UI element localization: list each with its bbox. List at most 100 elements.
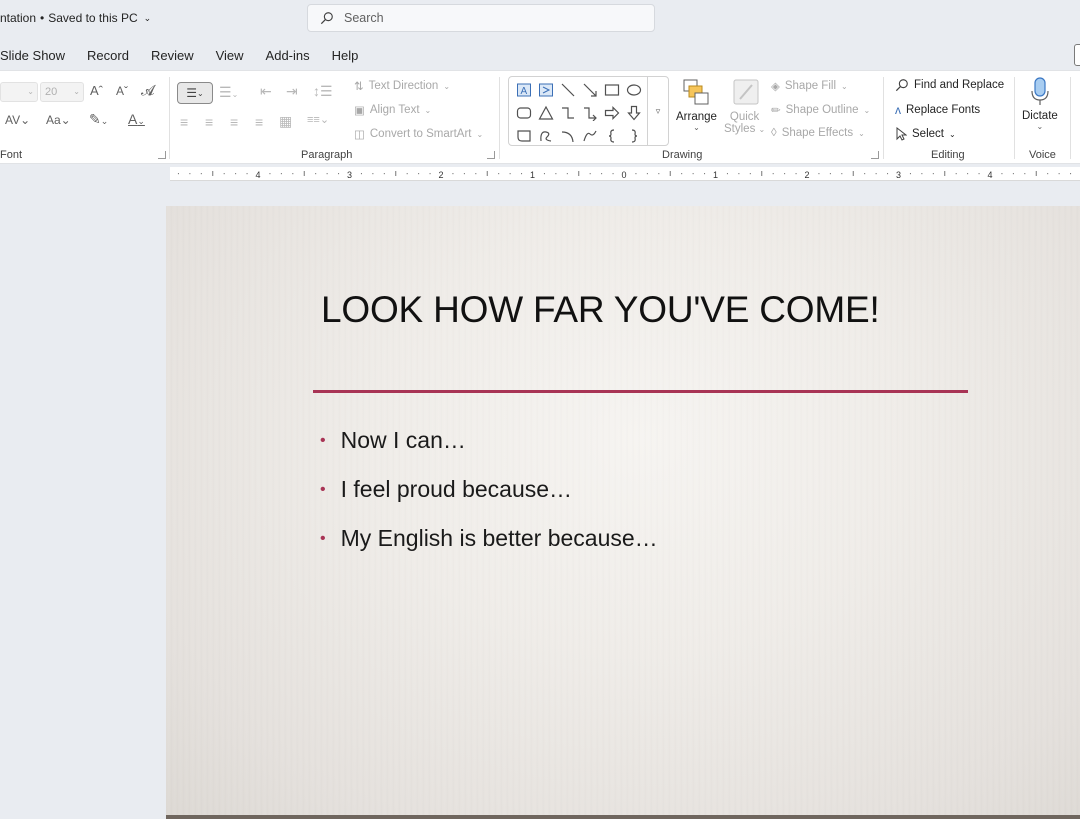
chevron-down-icon: ▿ [655,105,661,116]
shapes-gallery: A ▿ [508,76,669,146]
font-name-combo[interactable]: ⌄ [0,82,38,102]
list-item[interactable]: • My English is better because… [320,514,658,563]
tab-record[interactable]: Record [76,44,140,68]
ruler-label: 3 [347,170,352,180]
freeform-icon [540,130,552,142]
increase-indent-icon[interactable]: ⇥ [286,84,298,98]
curve-shape[interactable] [579,126,601,145]
dictate-button[interactable]: Dictate ⌄ [1022,76,1058,131]
arrow-line-icon [583,83,597,97]
shape-effects-button[interactable]: ◊ Shape Effects ⌄ [771,127,865,139]
right-brace-shape[interactable] [623,126,645,145]
shape-fill-button[interactable]: ◈ Shape Fill ⌄ [771,79,848,93]
font-size-combo[interactable]: 20 ⌄ [40,82,84,102]
line-shape[interactable] [557,80,579,99]
line-spacing-icon[interactable]: ↕☰ [313,84,333,98]
title-bar: ntation • Saved to this PC ⌄ [0,0,1080,40]
ruler-tick [749,173,751,175]
list-item[interactable]: • I feel proud because… [320,465,658,514]
align-left-icon[interactable]: ≡ [180,115,188,129]
ruler-tick [944,171,946,176]
elbow-connector-shape[interactable] [557,103,579,122]
arrow-line-shape[interactable] [579,80,601,99]
flowchart-shape[interactable] [513,126,535,145]
ruler-tick [772,173,774,175]
slide-title[interactable]: LOOK HOW FAR YOU'VE COME! [321,289,880,331]
convert-smartart-button[interactable]: ◫ Convert to SmartArt ⌄ [354,127,483,141]
elbow-arrow-shape[interactable] [579,103,601,122]
shape-outline-button[interactable]: ✏ Shape Outline ⌄ [771,103,870,117]
highlight-color-icon[interactable]: ✎⌄ [89,112,108,126]
quick-styles-button[interactable]: Quick Styles ⌄ [724,77,765,135]
right-arrow-shape[interactable] [601,103,623,122]
left-brace-shape[interactable] [601,126,623,145]
find-replace-button[interactable]: Find and Replace [895,78,1004,92]
list-item[interactable]: • Now I can… [320,416,658,465]
triangle-shape[interactable] [535,103,557,122]
font-color-icon[interactable]: A⌄ [128,112,145,126]
ruler-tick [360,173,362,175]
ruler-tick [292,173,294,175]
tab-review[interactable]: Review [140,44,205,68]
ruler-tick [875,173,877,175]
rectangle-shape[interactable] [601,80,623,99]
ruler-tick [326,173,328,175]
ruler-tick [1070,173,1072,175]
ruler-tick [269,173,271,175]
ruler-tick [909,173,911,175]
slide-canvas[interactable]: LOOK HOW FAR YOU'VE COME! • Now I can… • I… [166,206,1080,819]
clear-formatting-icon[interactable]: 𝓐 [141,83,155,97]
bullets-button[interactable]: ☰ ⌄ [177,82,213,104]
oval-shape[interactable] [623,80,645,99]
change-case-icon[interactable]: Aa⌄ [46,114,71,126]
numbered-list-icon[interactable]: ☰⌄ [219,85,238,99]
align-center-icon[interactable]: ≡ [205,115,213,129]
ruler-tick [932,173,934,175]
arc-shape[interactable] [557,126,579,145]
tab-help[interactable]: Help [321,44,370,68]
paragraph-dialog-launcher[interactable] [487,151,495,159]
justify-icon[interactable]: ≡ [255,115,263,129]
replace-fonts-icon: ᴧ [895,103,901,117]
align-right-icon[interactable]: ≡ [230,115,238,129]
font-dialog-launcher[interactable] [158,151,166,159]
elbow-arrow-icon [584,106,597,121]
decrease-indent-icon[interactable]: ⇤ [260,84,272,98]
ribbon-overflow-button[interactable] [1074,44,1080,66]
increase-font-size-icon[interactable]: Aˆ [90,84,103,97]
ruler-tick [829,173,831,175]
search-input[interactable] [344,11,624,25]
oval-icon [626,83,642,96]
shapes-more-button[interactable]: ▿ [647,77,668,145]
drawing-dialog-launcher[interactable] [871,151,879,159]
tab-add-ins[interactable]: Add-ins [255,44,321,68]
vertical-text-box-shape[interactable] [535,80,557,99]
down-arrow-shape[interactable] [623,103,645,122]
tab-slide-show[interactable]: Slide Show [0,44,76,68]
freeform-shape[interactable] [535,126,557,145]
text-direction-button[interactable]: ⇅ Text Direction ⌄ [354,79,450,93]
distributed-icon[interactable]: ▦ [279,114,292,128]
ruler-tick [1047,173,1049,175]
tab-view[interactable]: View [205,44,255,68]
drawing-group-label: Drawing [662,149,703,161]
right-arrow-icon [604,105,620,120]
decrease-font-size-icon[interactable]: Aˇ [116,85,128,97]
horizontal-ruler[interactable]: 4 3 2 1 0 1 2 3 4 [170,167,1080,181]
replace-fonts-button[interactable]: ᴧ Replace Fonts [895,103,980,117]
cursor-arrow-icon [896,127,907,141]
bullet-list[interactable]: • Now I can… • I feel proud because… • My E… [320,416,658,563]
align-text-button[interactable]: ▣ Align Text ⌄ [354,103,431,117]
smartart-icon: ◫ [354,129,365,141]
rounded-rectangle-shape[interactable] [513,103,535,122]
text-direction-icon: ⇅ [354,81,364,93]
columns-icon[interactable]: ≡≡⌄ [307,115,329,126]
search-box[interactable] [307,4,655,32]
svg-text:A: A [521,86,528,97]
character-spacing-icon[interactable]: AV⌄ [5,114,30,126]
select-button[interactable]: Select ⌄ [895,127,956,141]
arc-icon [561,130,574,142]
text-box-shape[interactable]: A [513,80,535,99]
document-title[interactable]: ntation • Saved to this PC ⌄ [0,11,151,25]
arrange-button[interactable]: Arrange ⌄ [676,77,717,132]
